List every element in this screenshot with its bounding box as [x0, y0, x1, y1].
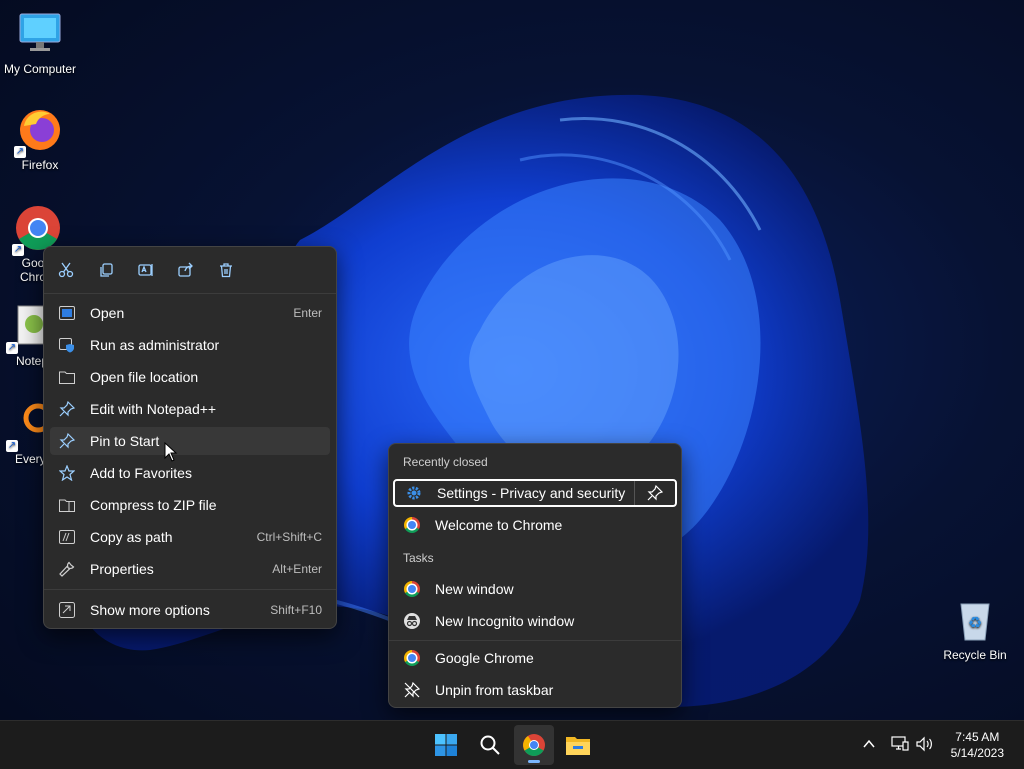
chrome-icon: [523, 734, 545, 756]
pin-icon[interactable]: [634, 481, 675, 505]
recently-closed-header: Recently closed: [403, 455, 488, 469]
shortcut-arrow-icon: ↗: [6, 342, 18, 354]
tasks-header: Tasks: [403, 551, 434, 565]
start-button[interactable]: [426, 725, 466, 765]
volume-button[interactable]: [914, 733, 936, 755]
jump-list-separator: [389, 640, 681, 641]
recycle-bin-icon: ♻: [951, 596, 999, 644]
incognito-icon: [403, 612, 421, 630]
menu-item-copy-as-path[interactable]: Copy as path Ctrl+Shift+C: [50, 523, 330, 551]
taskbar-clock[interactable]: 7:45 AM 5/14/2023: [951, 729, 1004, 761]
cut-icon[interactable]: [56, 260, 76, 280]
network-icon: [891, 736, 909, 751]
desktop-icon-label: Recycle Bin: [943, 648, 1007, 662]
jump-item-welcome-to-chrome[interactable]: Welcome to Chrome: [393, 511, 677, 539]
star-icon: [58, 464, 76, 482]
search-icon: [480, 735, 500, 755]
open-app-icon: [58, 304, 76, 322]
menu-separator: [44, 589, 336, 590]
admin-shield-icon: [58, 336, 76, 354]
zip-folder-icon: [58, 496, 76, 514]
more-options-icon: [58, 601, 76, 619]
copy-path-icon: [58, 528, 76, 546]
delete-icon[interactable]: [216, 260, 236, 280]
network-button[interactable]: [889, 733, 911, 755]
menu-item-open-file-location[interactable]: Open file location: [50, 363, 330, 391]
menu-item-show-more-options[interactable]: Show more options Shift+F10: [50, 596, 330, 624]
chrome-icon: [403, 649, 421, 667]
rename-icon[interactable]: [136, 260, 156, 280]
context-menu: Open Enter Run as administrator Open fil…: [43, 246, 337, 629]
taskbar-file-explorer-button[interactable]: [558, 725, 598, 765]
jump-item-google-chrome[interactable]: Google Chrome: [393, 644, 677, 672]
share-icon[interactable]: [176, 260, 196, 280]
jump-item-new-incognito-window[interactable]: New Incognito window: [393, 607, 677, 635]
desktop-icon-my-computer[interactable]: My Computer: [0, 10, 80, 76]
file-explorer-icon: [566, 737, 590, 755]
menu-item-edit-with-notepad-plus-plus[interactable]: Edit with Notepad++: [50, 395, 330, 423]
menu-item-run-as-administrator[interactable]: Run as administrator: [50, 331, 330, 359]
menu-item-add-to-favorites[interactable]: Add to Favorites: [50, 459, 330, 487]
chrome-icon: ↗: [12, 204, 62, 256]
menu-item-properties[interactable]: Properties Alt+Enter: [50, 555, 330, 583]
shortcut-arrow-icon: ↗: [14, 146, 26, 158]
firefox-icon: ↗: [14, 106, 64, 158]
jump-item-unpin-from-taskbar[interactable]: Unpin from taskbar: [393, 676, 677, 704]
menu-item-pin-to-start[interactable]: Pin to Start: [50, 427, 330, 455]
chevron-up-icon: [863, 739, 875, 748]
search-button[interactable]: [470, 725, 510, 765]
show-hidden-icons-button[interactable]: [858, 733, 880, 755]
clock-date: 5/14/2023: [950, 746, 1004, 760]
jump-item-settings-privacy[interactable]: Settings - Privacy and security: [393, 479, 677, 507]
folder-icon: [58, 368, 76, 386]
shortcut-arrow-icon: ↗: [12, 244, 24, 256]
pin-icon: [58, 432, 76, 450]
taskbar-chrome-button[interactable]: [514, 725, 554, 765]
copy-icon[interactable]: [96, 260, 116, 280]
mouse-cursor-icon: [164, 442, 178, 462]
gear-icon: [405, 484, 423, 502]
start-icon: [435, 734, 457, 756]
chrome-icon: [403, 580, 421, 598]
desktop-icon-label: My Computer: [3, 62, 77, 76]
taskbar: 7:45 AM 5/14/2023: [0, 720, 1024, 769]
menu-item-open[interactable]: Open Enter: [50, 299, 330, 327]
chrome-jump-list: Recently closed Settings - Privacy and s…: [388, 443, 682, 708]
desktop-icon-label: Firefox: [21, 158, 59, 172]
clock-time: 7:45 AM: [955, 730, 1000, 744]
desktop-icon-firefox[interactable]: ↗ Firefox: [0, 106, 80, 172]
shortcut-arrow-icon: ↗: [6, 440, 18, 452]
wrench-icon: [58, 560, 76, 578]
pin-icon: [58, 400, 76, 418]
chrome-icon: [403, 516, 421, 534]
menu-item-compress-to-zip[interactable]: Compress to ZIP file: [50, 491, 330, 519]
context-menu-toolbar: [44, 247, 336, 294]
monitor-icon: [16, 10, 64, 58]
speaker-icon: [916, 736, 932, 752]
unpin-icon: [403, 681, 421, 699]
svg-text:♻: ♻: [968, 613, 982, 632]
jump-item-new-window[interactable]: New window: [393, 575, 677, 603]
desktop-icon-recycle-bin[interactable]: ♻ Recycle Bin: [935, 596, 1015, 662]
